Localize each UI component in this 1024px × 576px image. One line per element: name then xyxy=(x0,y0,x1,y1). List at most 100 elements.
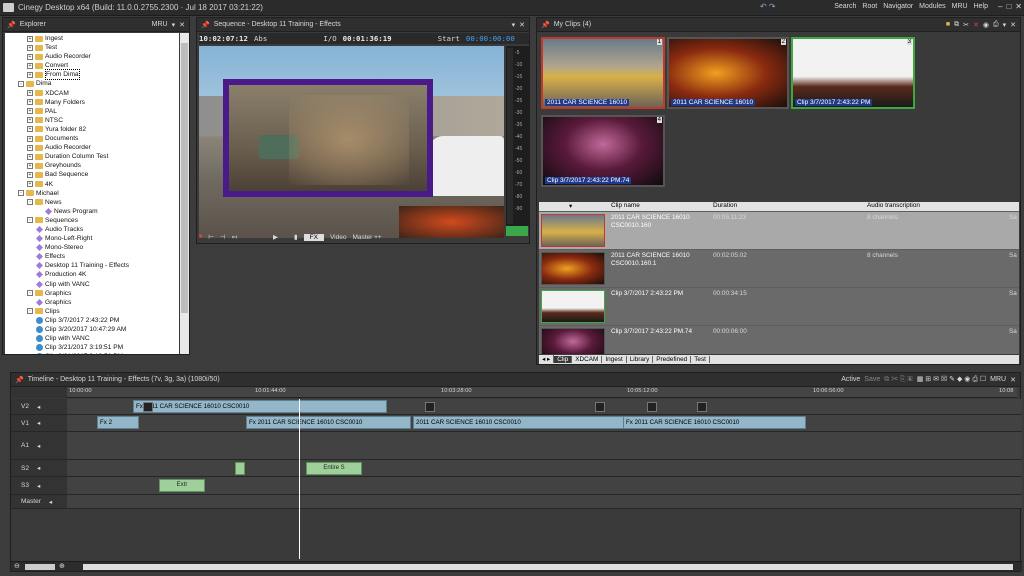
expand-icon[interactable]: + xyxy=(27,181,33,188)
tree-item[interactable]: Mono-Left-Right xyxy=(5,234,179,243)
expand-icon[interactable]: + xyxy=(27,99,33,106)
go-in-icon[interactable]: ↤ xyxy=(232,233,237,241)
tree-item[interactable]: Mono-Stereo xyxy=(5,243,179,252)
minimize-icon[interactable]: – xyxy=(998,2,1002,11)
tree-item[interactable]: + PAL xyxy=(5,107,179,116)
v2-marker[interactable] xyxy=(697,402,707,412)
expand-icon[interactable]: + xyxy=(27,108,33,115)
record-icon[interactable]: ⏺ xyxy=(199,233,202,241)
expand-icon[interactable]: + xyxy=(27,144,33,151)
v1-clip[interactable]: Fx 2 xyxy=(97,416,139,429)
v2-clip[interactable]: Fx 2011 CAR SCIENCE 16010 CSC0010 xyxy=(133,400,387,413)
tree-item[interactable]: + Convert xyxy=(5,61,179,70)
tab-ingest[interactable]: Ingest xyxy=(602,356,627,363)
mru-button[interactable]: MRU xyxy=(152,21,168,28)
tree-item[interactable]: - Sequences xyxy=(5,216,179,225)
tree-item[interactable]: - Dima xyxy=(5,79,179,88)
track-header[interactable]: Master ◂ xyxy=(11,495,67,508)
timeline-ruler[interactable]: 10:00:00 10:01:44:00 10:03:28:00 10:05:12:0… xyxy=(67,387,1017,398)
view-icon[interactable]: ◉ xyxy=(983,21,989,29)
tree-item[interactable]: + Ingest xyxy=(5,34,179,43)
master-label[interactable]: Master ++ xyxy=(352,234,381,241)
v1-clip[interactable]: Fx 2011 CAR SCIENCE 16010 CSC0010 xyxy=(623,416,806,429)
tab-xdcam[interactable]: XDCAM xyxy=(572,356,603,363)
tree-item[interactable]: Clip 3/7/2017 2:43:22 PM xyxy=(5,316,179,325)
audio-toggle[interactable] xyxy=(506,226,528,236)
expand-icon[interactable]: - xyxy=(18,190,24,197)
clip-thumbnail[interactable]: 4 Clip 3/7/2017 2:43:22 PM.74 xyxy=(541,115,665,187)
expand-icon[interactable]: + xyxy=(27,126,33,133)
tree-item[interactable]: + Many Folders xyxy=(5,98,179,107)
tree-item[interactable]: Audio Tracks xyxy=(5,225,179,234)
table-row[interactable]: Clip 3/7/2017 2:43:22 PM.74 00:00:06:00 Sa xyxy=(539,326,1019,354)
lock-icon[interactable]: ◂ xyxy=(37,442,40,450)
menu-item-navigator[interactable]: Navigator xyxy=(883,3,913,10)
tree-item[interactable]: + Audio Recorder xyxy=(5,143,179,152)
col-duration[interactable]: Duration xyxy=(713,202,737,209)
sort-icon[interactable]: ▾ xyxy=(569,202,572,210)
tree-item[interactable]: Clip with VANC xyxy=(5,280,179,289)
expand-icon[interactable]: + xyxy=(27,117,33,124)
expand-icon[interactable]: + xyxy=(27,171,33,178)
tree-item[interactable]: + XDCAM xyxy=(5,89,179,98)
tree-item[interactable]: Clip 3/21/2017 3:19:51 PM xyxy=(5,352,179,354)
row-thumbnail[interactable] xyxy=(541,290,605,323)
menu-item-modules[interactable]: Modules xyxy=(919,3,945,10)
tree-item[interactable]: Desktop 11 Training - Effects xyxy=(5,261,179,270)
close-icon[interactable]: ✕ xyxy=(1010,21,1016,29)
lock-icon[interactable]: ◂ xyxy=(37,482,40,490)
tab-test[interactable]: Test xyxy=(691,356,710,363)
table-row[interactable]: Clip 3/7/2017 2:43:22 PM 00:00:34:15 Sa xyxy=(539,288,1019,325)
zoom-slider[interactable] xyxy=(25,564,55,570)
tree-item[interactable]: + Audio Recorder xyxy=(5,52,179,61)
expand-icon[interactable]: + xyxy=(27,53,33,60)
expand-icon[interactable]: - xyxy=(18,81,24,88)
clip-thumbnail[interactable]: 1 2011 CAR SCIENCE 16010 xyxy=(541,37,665,109)
close-icon[interactable]: ✕ xyxy=(519,21,525,29)
lock-icon[interactable]: ◂ xyxy=(37,403,40,411)
save-button[interactable]: Save xyxy=(864,376,880,383)
lock-icon[interactable]: ◂ xyxy=(37,464,40,472)
tree-item[interactable]: Clip with VANC xyxy=(5,334,179,343)
row-thumbnail[interactable] xyxy=(541,328,605,354)
expand-icon[interactable]: + xyxy=(27,153,33,160)
folder-icon[interactable]: ■ xyxy=(946,21,950,28)
close-icon[interactable]: ✕ xyxy=(179,21,185,29)
expand-icon[interactable]: - xyxy=(27,290,33,297)
copy-icon[interactable]: ⧉ xyxy=(954,21,959,29)
close-icon[interactable]: ✕ xyxy=(1015,2,1022,11)
track-header[interactable]: V2 ◂ xyxy=(11,399,67,414)
pin-icon[interactable]: 📌 xyxy=(541,21,550,29)
tree-item[interactable]: - News xyxy=(5,198,179,207)
tree-item[interactable]: - Michael xyxy=(5,189,179,198)
v2-marker[interactable] xyxy=(425,402,435,412)
tree-item[interactable]: News Program xyxy=(5,207,179,216)
menu-item-help[interactable]: Help xyxy=(974,3,988,10)
audio-clip[interactable]: Entire S xyxy=(306,462,362,475)
expand-icon[interactable]: + xyxy=(27,135,33,142)
menu-icon[interactable]: ▾ xyxy=(172,21,176,29)
tab-scroll-icon[interactable]: ◂ ▸ xyxy=(539,355,555,363)
pin-icon[interactable]: 📌 xyxy=(7,21,16,29)
edit-tools-icon[interactable]: ⧉ ✂ ⎘ ▣ xyxy=(884,376,913,384)
tree-item[interactable]: + Documents xyxy=(5,134,179,143)
table-row[interactable]: 2011 CAR SCIENCE 16010 CSC0010.160.1 00:0… xyxy=(539,250,1019,287)
tree-item[interactable]: + Greyhounds xyxy=(5,161,179,170)
tree-item[interactable]: + NTSC xyxy=(5,116,179,125)
menu-icon[interactable]: ▾ xyxy=(512,21,516,29)
tree-item[interactable]: + Duration Column Test xyxy=(5,152,179,161)
delete-icon[interactable]: ✕ xyxy=(973,21,979,29)
lock-icon[interactable]: ◂ xyxy=(37,419,40,427)
explorer-scrollbar[interactable] xyxy=(180,33,189,354)
maximize-icon[interactable]: □ xyxy=(1006,2,1011,11)
tree-item[interactable]: Graphics xyxy=(5,298,179,307)
v1-clip[interactable]: Fx 2011 CAR SCIENCE 16010 CSC0010 xyxy=(246,416,411,429)
track-header[interactable]: V1 ◂ xyxy=(11,415,67,431)
zoom-out-icon[interactable]: ⊖ xyxy=(14,562,20,570)
mark-in-icon[interactable]: ⊢ xyxy=(208,233,214,241)
track-header[interactable]: S3 ◂ xyxy=(11,477,67,494)
clip-thumbnail[interactable]: 2 2011 CAR SCIENCE 16010 xyxy=(667,37,789,109)
tree-item[interactable]: - Graphics xyxy=(5,289,179,298)
v1-clip[interactable]: 2011 CAR SCIENCE 16010 CSC0010 xyxy=(413,416,625,429)
cut-icon[interactable]: ✂ xyxy=(963,21,969,29)
